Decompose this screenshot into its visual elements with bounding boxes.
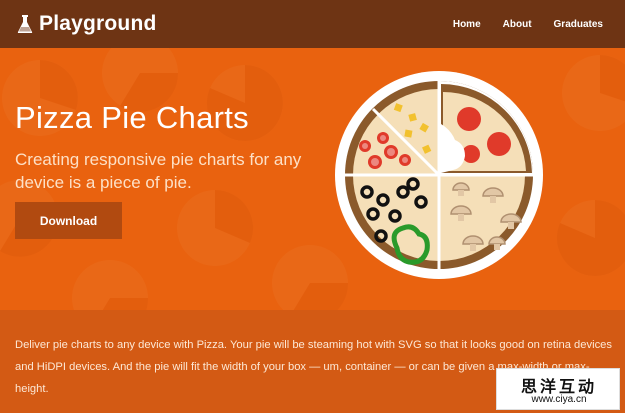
pizza-illustration xyxy=(335,71,543,279)
nav-link-about[interactable]: About xyxy=(503,19,532,30)
bg-pie-5 xyxy=(177,189,254,266)
brand-name: Playground xyxy=(39,12,157,35)
bg-pie-9 xyxy=(72,260,149,310)
main-nav: Home About Graduates xyxy=(453,0,603,48)
watermark-url: www.ciya.cn xyxy=(531,394,587,405)
hero-section: Pizza Pie Charts Creating responsive pie… xyxy=(0,48,625,310)
top-navigation-bar: Playground Home About Graduates xyxy=(0,0,625,48)
brand-link[interactable]: Playground xyxy=(17,12,157,36)
bg-pie-7 xyxy=(562,55,625,131)
flask-icon xyxy=(17,14,33,34)
nav-link-home[interactable]: Home xyxy=(453,19,481,30)
watermark: 思洋互动 www.ciya.cn xyxy=(496,368,620,410)
hero-subtitle: Creating responsive pie charts for any d… xyxy=(15,150,302,192)
download-button[interactable]: Download xyxy=(15,202,122,239)
nav-link-graduates[interactable]: Graduates xyxy=(554,19,603,30)
bg-pie-8 xyxy=(556,200,625,276)
hero-title: Pizza Pie Charts xyxy=(15,100,249,135)
